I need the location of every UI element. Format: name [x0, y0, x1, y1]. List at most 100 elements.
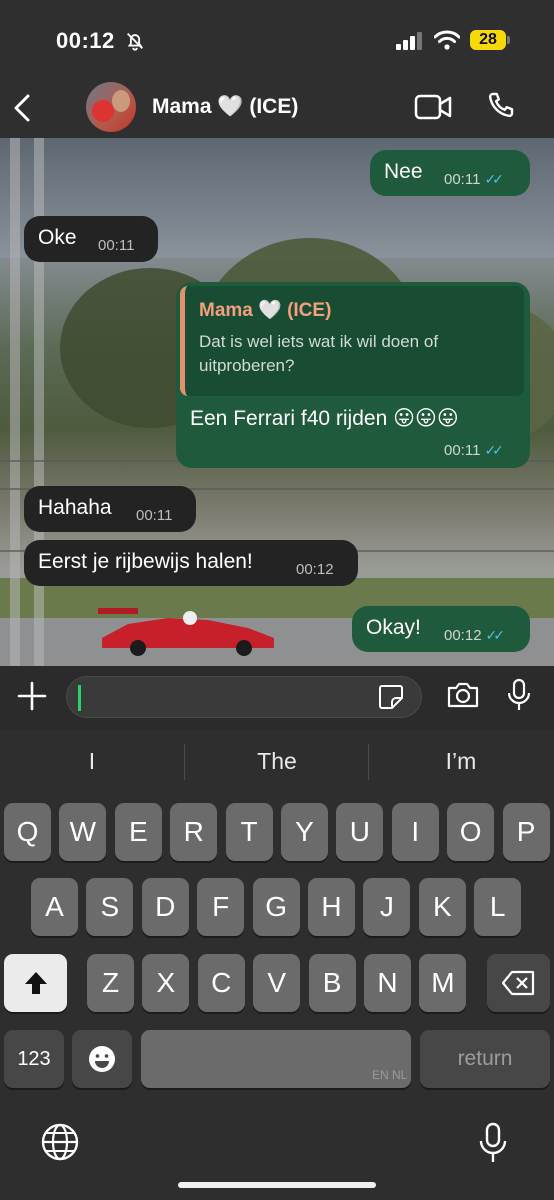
key-z[interactable]: Z [87, 954, 134, 1012]
keyboard-language-label: EN NL [372, 1068, 408, 1082]
video-call-icon[interactable] [414, 94, 452, 120]
text-caret [78, 685, 81, 711]
key-l[interactable]: L [474, 878, 522, 936]
key-label: W [69, 816, 97, 847]
key-label: C [211, 967, 232, 998]
dictation-icon[interactable] [478, 1122, 508, 1164]
back-icon[interactable] [10, 92, 34, 124]
key-label: E [128, 816, 148, 847]
emoji-key[interactable] [72, 1030, 132, 1088]
shift-icon [24, 972, 47, 994]
message-time: 00:11 [136, 507, 173, 524]
key-p[interactable]: P [502, 803, 550, 861]
key-label: Y [295, 816, 314, 847]
read-ticks-icon: ✓✓ [484, 442, 504, 458]
key-r[interactable]: R [170, 803, 218, 861]
contact-avatar[interactable] [86, 82, 136, 132]
suggestion-2[interactable]: The [185, 748, 369, 775]
plus-icon[interactable] [16, 680, 48, 712]
message-text: Hahaha [38, 496, 112, 519]
numbers-key-label: 123 [17, 1048, 51, 1070]
key-c[interactable]: C [197, 954, 245, 1012]
home-indicator[interactable] [178, 1182, 376, 1188]
message-incoming[interactable]: Hahaha 00:11 [24, 486, 196, 532]
key-w[interactable]: W [59, 803, 107, 861]
message-incoming[interactable]: Eerst je rijbewijs halen! 00:12 [24, 540, 358, 586]
message-time-text: 00:12 [444, 627, 482, 644]
key-q[interactable]: Q [4, 803, 51, 861]
key-f[interactable]: F [197, 878, 245, 936]
key-label: G [265, 891, 287, 922]
key-g[interactable]: G [252, 878, 300, 936]
message-text: Eerst je rijbewijs halen! [38, 550, 253, 573]
emoji-icon [89, 1046, 115, 1072]
key-label: M [431, 967, 455, 998]
message-time: 00:11 ✓✓ [444, 442, 504, 459]
signal-icon [396, 32, 422, 50]
key-s[interactable]: S [86, 878, 134, 936]
key-o[interactable]: O [447, 803, 495, 861]
key-label: I [411, 816, 420, 847]
globe-icon[interactable] [40, 1122, 80, 1162]
read-ticks-icon: ✓✓ [484, 171, 504, 187]
message-incoming[interactable]: Oke 00:11 [24, 216, 158, 262]
key-label: V [267, 967, 287, 998]
key-b[interactable]: B [308, 954, 356, 1012]
message-time-text: 00:11 [444, 171, 481, 188]
message-time: 00:11 ✓✓ [444, 171, 504, 188]
key-label: B [322, 967, 342, 998]
key-e[interactable]: E [114, 803, 162, 861]
contact-name[interactable]: Mama 🤍 (ICE) [152, 95, 298, 119]
key-a[interactable]: A [31, 878, 78, 936]
sticker-icon[interactable] [378, 684, 404, 710]
shift-key[interactable] [4, 954, 67, 1012]
wallpaper-pole [10, 138, 20, 666]
key-label: F [212, 891, 230, 922]
key-u[interactable]: U [336, 803, 384, 861]
read-ticks-icon: ✓✓ [485, 627, 506, 643]
key-label: H [321, 891, 342, 922]
key-label: P [516, 816, 536, 847]
key-label: D [155, 891, 176, 922]
message-outgoing[interactable]: Nee 00:11 ✓✓ [370, 150, 530, 196]
message-text: Okay! [366, 616, 421, 639]
key-d[interactable]: D [141, 878, 189, 936]
key-label: K [432, 891, 452, 922]
bell-slash-icon [127, 33, 143, 51]
battery-indicator: 28 [470, 30, 506, 50]
suggestion-3[interactable]: I’m [369, 748, 553, 775]
message-input[interactable] [66, 676, 422, 718]
key-h[interactable]: H [308, 878, 355, 936]
key-n[interactable]: N [364, 954, 411, 1012]
backspace-key[interactable] [487, 954, 550, 1012]
key-k[interactable]: K [418, 878, 466, 936]
key-x[interactable]: X [142, 954, 190, 1012]
camera-icon[interactable] [446, 680, 480, 710]
key-y[interactable]: Y [281, 803, 328, 861]
quoted-message-author: Mama 🤍 (ICE) [199, 300, 332, 321]
battery-nub [507, 36, 510, 44]
return-key[interactable]: return [420, 1030, 550, 1088]
phone-icon[interactable] [484, 90, 516, 122]
key-label: U [349, 816, 370, 847]
message-outgoing[interactable]: Okay! 00:12 ✓✓ [352, 606, 530, 652]
key-m[interactable]: M [419, 954, 467, 1012]
key-label: A [45, 891, 64, 922]
key-label: Z [101, 967, 120, 998]
numbers-key[interactable]: 123 [4, 1030, 64, 1088]
key-i[interactable]: I [391, 803, 439, 861]
space-key[interactable] [141, 1030, 411, 1088]
message-text: Een Ferrari f40 rijden 😛😛😛 [190, 407, 459, 430]
race-car-image [98, 608, 274, 656]
quoted-message[interactable]: Mama 🤍 (ICE) Dat is wel iets wat ik wil … [180, 286, 524, 396]
key-j[interactable]: J [363, 878, 411, 936]
key-label: N [377, 967, 398, 998]
chat-area[interactable]: Nee 00:11 ✓✓ Oke 00:11 Mama 🤍 (ICE) Dat i… [0, 138, 554, 666]
key-t[interactable]: T [225, 803, 273, 861]
message-time: 00:11 [98, 237, 135, 254]
backspace-icon [501, 970, 534, 996]
return-key-label: return [457, 1047, 513, 1070]
mic-icon[interactable] [506, 678, 532, 712]
key-v[interactable]: V [253, 954, 301, 1012]
suggestion-1[interactable]: I [0, 748, 184, 775]
